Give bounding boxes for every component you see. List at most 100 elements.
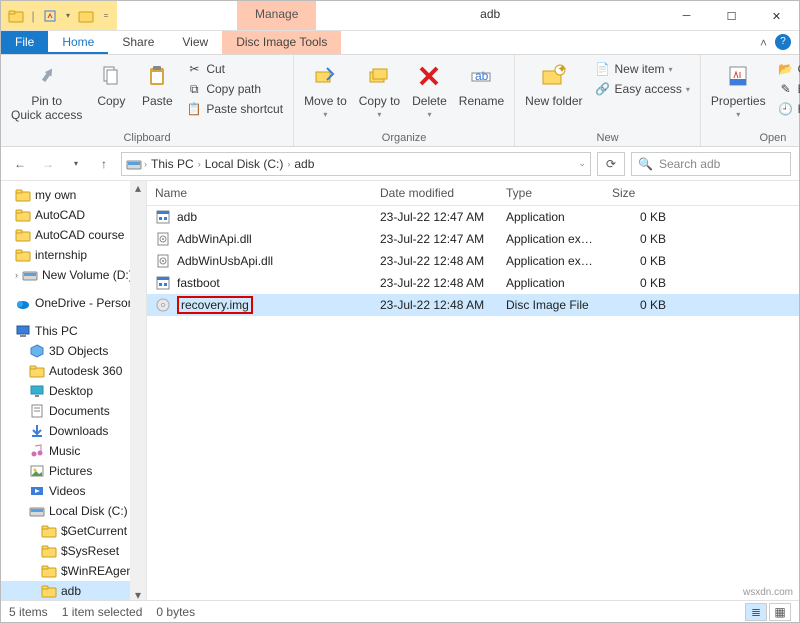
search-input[interactable]: 🔍 Search adb: [631, 152, 791, 176]
file-row[interactable]: adb23-Jul-22 12:47 AMApplication0 KB: [147, 206, 799, 228]
nav-scrollbar[interactable]: ▴▾: [130, 181, 146, 602]
recent-locations-button[interactable]: ▾: [65, 153, 87, 175]
nav-item[interactable]: Desktop: [1, 381, 146, 401]
minimize-button[interactable]: ─: [664, 1, 709, 31]
refresh-button[interactable]: ⟳: [597, 152, 625, 176]
nav-item[interactable]: ›New Volume (D:): [1, 265, 146, 285]
nav-item[interactable]: 3D Objects: [1, 341, 146, 361]
new-folder-button[interactable]: ✦ New folder: [521, 58, 586, 110]
folder-icon: [15, 207, 31, 223]
file-list: Name Date modified Type Size adb23-Jul-2…: [147, 181, 799, 602]
status-selected: 1 item selected: [62, 605, 143, 619]
column-name[interactable]: Name: [147, 181, 372, 205]
file-name: AdbWinUsbApi.dll: [177, 254, 273, 268]
nav-item[interactable]: internship: [1, 245, 146, 265]
file-type: Application exten...: [498, 252, 604, 270]
nav-item[interactable]: Pictures: [1, 461, 146, 481]
nav-item[interactable]: This PC: [1, 321, 146, 341]
nav-item[interactable]: Downloads: [1, 421, 146, 441]
breadcrumb[interactable]: Local Disk (C:): [203, 157, 286, 171]
chevron-right-icon[interactable]: ›: [198, 159, 201, 169]
cut-icon: ✂: [186, 61, 202, 77]
nav-item[interactable]: $WinREAgent: [1, 561, 146, 581]
nav-item[interactable]: my own: [1, 185, 146, 205]
file-size: 0 KB: [604, 230, 674, 248]
edit-button[interactable]: ✎Edit: [776, 80, 800, 98]
cut-button[interactable]: ✂Cut: [184, 60, 285, 78]
nav-tree[interactable]: my ownAutoCADAutoCAD courseinternship›Ne…: [1, 181, 147, 602]
nav-item[interactable]: Videos: [1, 481, 146, 501]
breadcrumb[interactable]: adb: [292, 157, 316, 171]
paste-icon: [141, 60, 173, 92]
folder-icon: [15, 247, 31, 263]
history-button[interactable]: 🕘History: [776, 100, 800, 118]
address-dropdown-icon[interactable]: ⌄: [578, 158, 586, 169]
file-name: fastboot: [177, 276, 220, 290]
contextual-tab[interactable]: Manage: [237, 1, 316, 30]
tab-file[interactable]: File: [1, 31, 48, 54]
nav-item[interactable]: adb: [1, 581, 146, 601]
up-button[interactable]: ↑: [93, 153, 115, 175]
breadcrumb[interactable]: This PC: [149, 157, 196, 171]
close-button[interactable]: ✕: [754, 1, 799, 31]
nav-item[interactable]: Music: [1, 441, 146, 461]
column-type[interactable]: Type: [498, 181, 604, 205]
desktop-icon: [29, 383, 45, 399]
chevron-right-icon[interactable]: ›: [287, 159, 290, 169]
back-button[interactable]: ←: [9, 153, 31, 175]
nav-item[interactable]: AutoCAD: [1, 205, 146, 225]
drive-icon: [29, 503, 45, 519]
nav-item[interactable]: OneDrive - Person: [1, 293, 146, 313]
properties-button[interactable]: Properties▾: [707, 58, 770, 121]
copy-path-button[interactable]: ⧉Copy path: [184, 80, 285, 98]
qat-menu[interactable]: ▾: [63, 5, 73, 27]
copy-icon: [95, 60, 127, 92]
collapse-ribbon-icon[interactable]: ˄: [760, 36, 767, 50]
file-row[interactable]: recovery.img23-Jul-22 12:48 AMDisc Image…: [147, 294, 799, 316]
qat-menu-2[interactable]: =: [99, 5, 113, 27]
folder-icon-2[interactable]: [75, 5, 97, 27]
nav-item[interactable]: Local Disk (C:): [1, 501, 146, 521]
address-bar[interactable]: › This PC › Local Disk (C:) › adb ⌄: [121, 152, 591, 176]
file-row[interactable]: fastboot23-Jul-22 12:48 AMApplication0 K…: [147, 272, 799, 294]
nav-item-label: 3D Objects: [49, 344, 108, 358]
tab-share[interactable]: Share: [108, 31, 168, 54]
thumbnails-view-button[interactable]: ▦: [769, 603, 791, 621]
nav-item[interactable]: Documents: [1, 401, 146, 421]
paste-shortcut-button[interactable]: 📋Paste shortcut: [184, 100, 285, 118]
copy-to-button[interactable]: Copy to▾: [355, 58, 404, 121]
nav-item[interactable]: Autodesk 360: [1, 361, 146, 381]
tab-home[interactable]: Home: [48, 31, 108, 54]
nav-item[interactable]: AutoCAD course: [1, 225, 146, 245]
delete-button[interactable]: Delete▾: [408, 58, 451, 121]
easy-access-button[interactable]: 🔗Easy access ▾: [593, 80, 692, 98]
new-item-button[interactable]: 📄New item ▾: [593, 60, 692, 78]
properties-qat-icon[interactable]: [39, 5, 61, 27]
file-row[interactable]: AdbWinApi.dll23-Jul-22 12:47 AMApplicati…: [147, 228, 799, 250]
nav-item[interactable]: $GetCurrent: [1, 521, 146, 541]
details-view-button[interactable]: ≣: [745, 603, 767, 621]
column-size[interactable]: Size: [604, 181, 674, 205]
open-button[interactable]: 📂Open ▾: [776, 60, 800, 78]
tab-view[interactable]: View: [168, 31, 222, 54]
pictures-icon: [29, 463, 45, 479]
move-to-button[interactable]: Move to▾: [300, 58, 351, 121]
help-icon[interactable]: ?: [775, 34, 791, 50]
column-date[interactable]: Date modified: [372, 181, 498, 205]
maximize-button[interactable]: ☐: [709, 1, 754, 31]
copy-button[interactable]: Copy: [90, 58, 132, 110]
onedrive-icon: [15, 295, 31, 311]
nav-item[interactable]: $SysReset: [1, 541, 146, 561]
rename-button[interactable]: ab Rename: [455, 58, 508, 110]
file-size: 0 KB: [604, 208, 674, 226]
paste-button[interactable]: Paste: [136, 58, 178, 110]
chevron-right-icon[interactable]: ›: [144, 159, 147, 169]
file-row[interactable]: AdbWinUsbApi.dll23-Jul-22 12:48 AMApplic…: [147, 250, 799, 272]
pin-icon: [31, 60, 63, 92]
tab-disc-image-tools[interactable]: Disc Image Tools: [222, 31, 341, 54]
ribbon: Pin to Quick access Copy Paste ✂Cut ⧉Cop…: [1, 55, 799, 147]
forward-button[interactable]: →: [37, 153, 59, 175]
folder-icon: [29, 363, 45, 379]
folder-icon[interactable]: [5, 5, 27, 27]
pin-to-quick-access-button[interactable]: Pin to Quick access: [7, 58, 86, 124]
